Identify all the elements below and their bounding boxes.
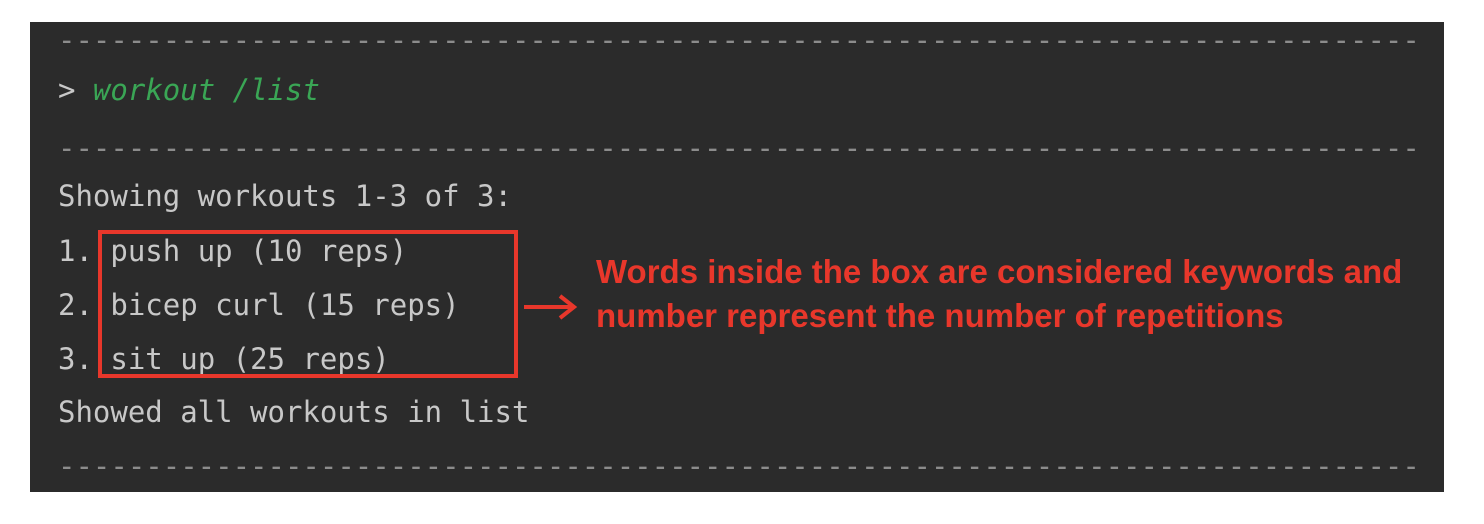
prompt-line: > workout /list: [58, 74, 320, 106]
screenshot-page: ----------------------------------------…: [0, 0, 1484, 524]
divider-bottom: ----------------------------------------…: [58, 450, 1418, 482]
list-header: Showing workouts 1-3 of 3:: [58, 179, 512, 213]
divider-middle: ----------------------------------------…: [58, 132, 1418, 164]
item-number: 1.: [58, 234, 93, 268]
item-number: 2.: [58, 288, 93, 322]
item-number: 3.: [58, 342, 93, 376]
list-footer: Showed all workouts in list: [58, 395, 530, 429]
right-arrow-icon: [524, 294, 578, 320]
keyword-highlight-box: [98, 230, 518, 378]
prompt-symbol: >: [58, 73, 76, 107]
annotation-text: Words inside the box are considered keyw…: [596, 253, 1403, 334]
command-text: workout /list: [92, 73, 320, 107]
divider-top: ----------------------------------------…: [58, 24, 1418, 56]
